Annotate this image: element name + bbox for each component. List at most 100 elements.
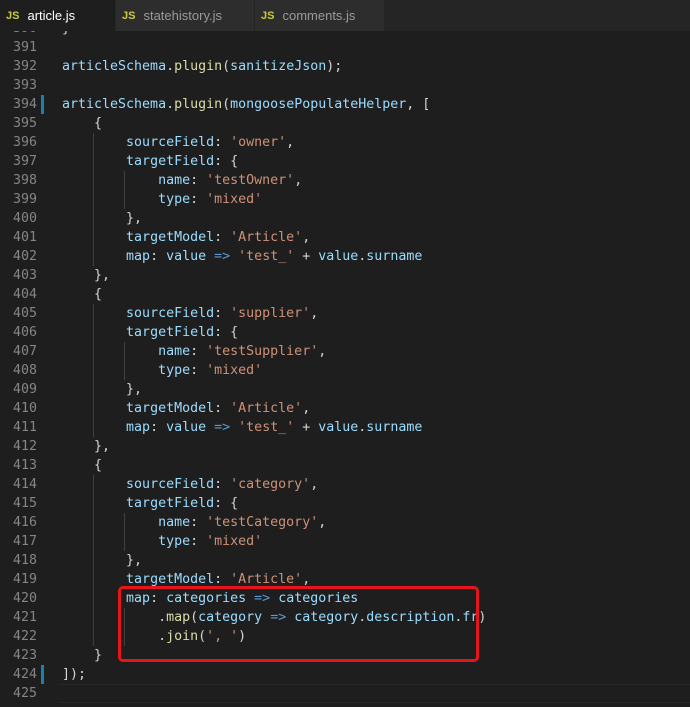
- code-editor[interactable]: 390}391392articleSchema.plugin(sanitizeJ…: [0, 31, 690, 707]
- code-token: targetField: [126, 154, 215, 169]
- code-token: ): [478, 610, 487, 625]
- code-token: map: [126, 249, 151, 264]
- code-token: =>: [214, 249, 231, 264]
- line-number: 404: [12, 287, 37, 302]
- code-text: {: [62, 456, 102, 475]
- code-token: value: [318, 249, 359, 264]
- code-line[interactable]: 394 articleSchema.plugin(mongoosePopulate…: [0, 95, 690, 114]
- code-line[interactable]: 417 type: 'mixed': [0, 532, 690, 551]
- code-token: targetModel: [126, 401, 215, 416]
- code-token: ,: [286, 135, 295, 150]
- code-token: sourceField: [126, 135, 215, 150]
- line-number: 392: [12, 59, 37, 74]
- tab-article-js[interactable]: JS article.js: [0, 0, 116, 31]
- line-number: 406: [12, 325, 37, 340]
- code-text: type: 'mixed': [62, 532, 262, 551]
- code-line[interactable]: 391: [0, 38, 690, 57]
- code-text: },: [62, 266, 110, 285]
- code-line[interactable]: 415 targetField: {: [0, 494, 690, 513]
- code-token: +: [294, 420, 319, 435]
- javascript-file-icon: JS: [122, 9, 136, 22]
- code-token: :: [190, 192, 207, 207]
- code-token: name: [158, 173, 191, 188]
- code-line[interactable]: 411 map: value => 'test_' + value.surnam…: [0, 418, 690, 437]
- code-token: =>: [214, 420, 231, 435]
- code-line[interactable]: 406 targetField: {: [0, 323, 690, 342]
- code-line[interactable]: 399 type: 'mixed': [0, 190, 690, 209]
- code-line[interactable]: 405 sourceField: 'supplier',: [0, 304, 690, 323]
- code-line[interactable]: 395 {: [0, 114, 690, 133]
- code-token: },: [126, 553, 143, 568]
- modified-line-marker: [41, 665, 44, 684]
- code-line[interactable]: 398 name: 'testOwner',: [0, 171, 690, 190]
- code-text: name: 'testSupplier',: [62, 342, 326, 361]
- code-token: 'Article': [230, 230, 303, 245]
- code-line[interactable]: 392 articleSchema.plugin(sanitizeJson);: [0, 57, 690, 76]
- code-token: ,: [302, 230, 311, 245]
- line-number: 412: [12, 439, 37, 454]
- code-token: targetField: [126, 496, 215, 511]
- code-line[interactable]: 418 },: [0, 551, 690, 570]
- code-text: targetField: {: [62, 494, 238, 513]
- code-token: name: [158, 515, 191, 530]
- code-token: value: [166, 249, 207, 264]
- code-token: 'testOwner': [206, 173, 295, 188]
- line-number: 402: [12, 249, 37, 264]
- line-number: 420: [12, 591, 37, 606]
- code-line[interactable]: 402 map: value => 'test_' + value.surnam…: [0, 247, 690, 266]
- code-text: targetField: {: [62, 323, 238, 342]
- line-number: 408: [12, 363, 37, 378]
- code-line[interactable]: 416 name: 'testCategory',: [0, 513, 690, 532]
- code-token: type: [158, 192, 191, 207]
- line-number: 403: [12, 268, 37, 283]
- code-line[interactable]: 408 type: 'mixed': [0, 361, 690, 380]
- code-line[interactable]: 390}: [0, 31, 690, 38]
- line-number: 419: [12, 572, 37, 587]
- code-token: articleSchema: [62, 59, 167, 74]
- code-token: :: [214, 572, 231, 587]
- code-line[interactable]: 403 },: [0, 266, 690, 285]
- line-number: 422: [12, 629, 37, 644]
- code-token: surname: [366, 249, 423, 264]
- code-token: sanitizeJson: [230, 59, 327, 74]
- code-line[interactable]: 404 {: [0, 285, 690, 304]
- code-token: .: [166, 97, 175, 112]
- code-line[interactable]: 400 },: [0, 209, 690, 228]
- code-line[interactable]: 396 sourceField: 'owner',: [0, 133, 690, 152]
- editor-tab-bar: JS article.js JS statehistory.js JS comm…: [0, 0, 690, 31]
- code-line[interactable]: 414 sourceField: 'category',: [0, 475, 690, 494]
- code-line[interactable]: 413 {: [0, 456, 690, 475]
- line-number: 391: [12, 40, 37, 55]
- code-line[interactable]: 410 targetModel: 'Article',: [0, 399, 690, 418]
- code-token: plugin: [174, 97, 223, 112]
- code-text: },: [62, 380, 142, 399]
- code-line[interactable]: 425: [0, 684, 690, 703]
- code-token: .: [166, 59, 175, 74]
- code-token: ,: [310, 306, 319, 321]
- javascript-file-icon: JS: [6, 9, 20, 22]
- code-text: map: value => 'test_' + value.surname: [62, 247, 422, 266]
- code-token: ,: [294, 173, 303, 188]
- code-line[interactable]: 397 targetField: {: [0, 152, 690, 171]
- code-token: :: [190, 344, 207, 359]
- code-text: targetField: {: [62, 152, 238, 171]
- code-token: value: [166, 420, 207, 435]
- code-line[interactable]: 409 },: [0, 380, 690, 399]
- tab-comments-js[interactable]: JS comments.js: [255, 0, 385, 31]
- line-number: 417: [12, 534, 37, 549]
- line-number: 425: [12, 686, 37, 701]
- tab-statehistory-js[interactable]: JS statehistory.js: [116, 0, 255, 31]
- code-line[interactable]: 424]);: [0, 665, 690, 684]
- code-line[interactable]: 393: [0, 76, 690, 95]
- line-number: 414: [12, 477, 37, 492]
- code-token: :: [214, 306, 231, 321]
- code-token: (: [222, 59, 231, 74]
- code-line[interactable]: 407 name: 'testSupplier',: [0, 342, 690, 361]
- code-line[interactable]: 401 targetModel: 'Article',: [0, 228, 690, 247]
- code-token: 'testCategory': [206, 515, 319, 530]
- code-line[interactable]: 412 },: [0, 437, 690, 456]
- line-number: 394: [12, 97, 37, 112]
- code-text: targetModel: 'Article',: [62, 399, 310, 418]
- code-token: ,: [318, 515, 327, 530]
- code-token: targetModel: [126, 572, 215, 587]
